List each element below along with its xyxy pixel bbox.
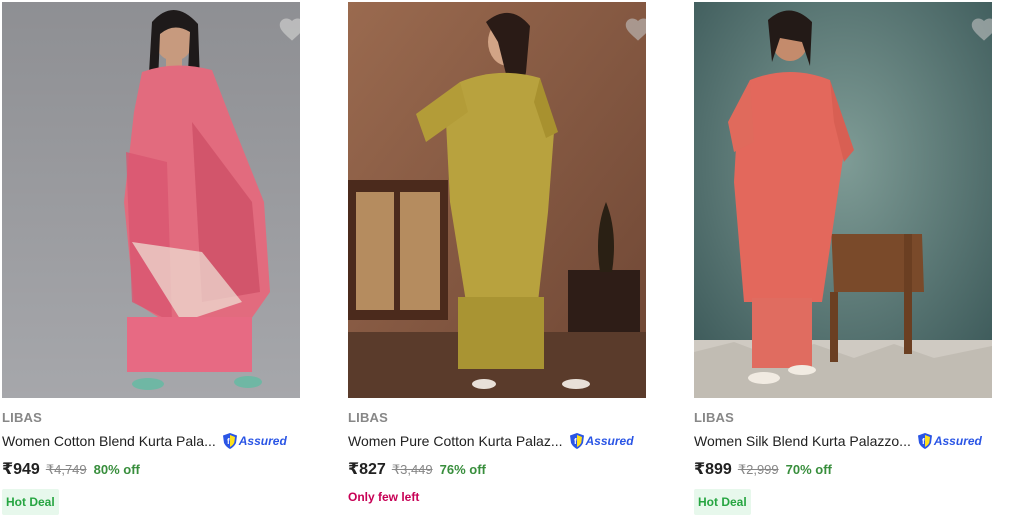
hot-deal-badge: Hot Deal [694,489,751,515]
heart-icon[interactable] [624,16,646,42]
assured-label: Assured [585,434,634,448]
discount-percent: 76% off [439,462,486,477]
product-title[interactable]: Women Cotton Blend Kurta Pala... [2,433,216,449]
product-photo [694,2,992,398]
selling-price: ₹949 [2,461,40,478]
discount-percent: 80% off [93,462,140,477]
assured-badge: f Assured [917,432,982,450]
brand-name: LIBAS [348,410,388,425]
product-card[interactable]: LIBAS Women Silk Blend Kurta Palazzo... … [694,2,992,515]
brand-name: LIBAS [694,410,734,425]
shield-icon: f [569,433,584,449]
product-card[interactable]: LIBAS Women Pure Cotton Kurta Palaz... f… [348,2,646,504]
product-card[interactable]: LIBAS Women Cotton Blend Kurta Pala... f… [2,2,300,515]
shield-icon: f [917,433,932,449]
assured-badge: f Assured [569,432,634,450]
product-photo [2,2,300,398]
assured-label: Assured [238,434,287,448]
original-price: ₹4,749 [45,462,87,477]
product-title[interactable]: Women Pure Cotton Kurta Palaz... [348,433,563,449]
assured-label: Assured [933,434,982,448]
product-image[interactable] [694,2,992,398]
original-price: ₹3,449 [391,462,433,477]
product-title[interactable]: Women Silk Blend Kurta Palazzo... [694,433,911,449]
discount-percent: 70% off [785,462,832,477]
hot-deal-badge: Hot Deal [2,489,59,515]
product-image[interactable] [348,2,646,398]
svg-text:f: f [922,437,925,446]
selling-price: ₹827 [348,461,386,478]
product-image[interactable] [2,2,300,398]
product-photo [348,2,646,398]
assured-badge: f Assured [222,432,287,450]
svg-text:f: f [227,437,230,446]
stock-status: Only few left [348,490,420,504]
brand-name: LIBAS [2,410,42,425]
selling-price: ₹899 [694,461,732,478]
original-price: ₹2,999 [737,462,779,477]
shield-icon: f [222,433,237,449]
heart-icon[interactable] [278,16,300,42]
svg-text:f: f [574,437,577,446]
heart-icon[interactable] [970,16,992,42]
